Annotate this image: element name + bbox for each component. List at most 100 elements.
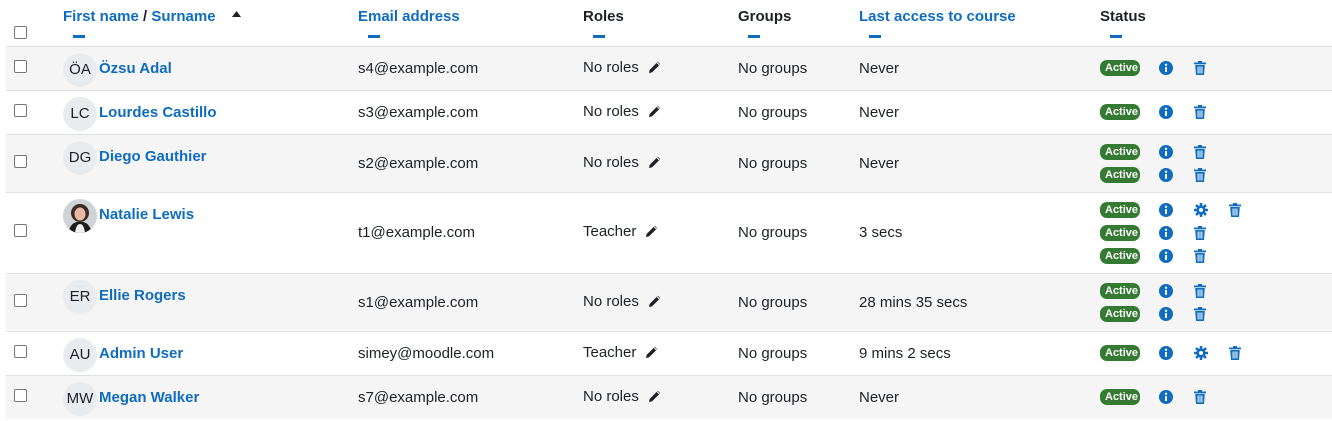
roles-cell: No roles: [583, 90, 738, 134]
status-list: Active: [1100, 380, 1332, 414]
trash-icon[interactable]: [1194, 306, 1208, 321]
trash-icon[interactable]: [1194, 225, 1208, 240]
user-email: s4@example.com: [358, 59, 479, 77]
trash-icon[interactable]: [1194, 390, 1208, 405]
status-badge[interactable]: Active: [1100, 60, 1140, 76]
user-last-access: 9 mins 2 secs: [859, 344, 951, 362]
info-icon[interactable]: [1159, 202, 1173, 217]
trash-icon[interactable]: [1194, 105, 1208, 119]
email-cell: simey@moodle.com: [358, 331, 583, 375]
select-user-checkbox[interactable]: [14, 103, 27, 117]
status-list: Active Active Active: [1100, 193, 1332, 273]
email-cell: s2@example.com: [358, 134, 583, 192]
last-access-cell: 28 mins 35 secs: [859, 273, 1100, 331]
last-access-cell: Never: [859, 46, 1100, 90]
pencil-icon[interactable]: [645, 224, 659, 242]
status-badge[interactable]: Active: [1100, 201, 1140, 218]
caret-up-icon[interactable]: [231, 11, 241, 17]
groups-cell: No groups: [738, 331, 859, 375]
sort-last-access-link[interactable]: Last access to course: [859, 8, 1016, 25]
name-separator: /: [143, 8, 148, 25]
collapse-last-access-column-icon[interactable]: [869, 35, 881, 38]
info-icon[interactable]: [1159, 225, 1173, 240]
pencil-icon[interactable]: [648, 389, 662, 407]
select-user-checkbox[interactable]: [14, 388, 27, 402]
collapse-name-column-icon[interactable]: [73, 35, 85, 38]
enrolment-status: Active: [1100, 388, 1332, 406]
info-icon[interactable]: [1159, 144, 1173, 159]
trash-icon[interactable]: [1194, 283, 1208, 298]
header-status: Status: [1100, 0, 1332, 46]
gear-icon[interactable]: [1194, 346, 1208, 360]
table-row: Natalie Lewis t1@example.com Teacher No …: [6, 192, 1332, 273]
user-name-link[interactable]: Ellie Rogers: [99, 287, 186, 304]
status-badge[interactable]: Active: [1100, 389, 1140, 406]
status-badge[interactable]: Active: [1100, 166, 1140, 183]
info-icon[interactable]: [1159, 283, 1173, 298]
user-name-link[interactable]: Megan Walker: [99, 389, 199, 406]
trash-icon[interactable]: [1194, 167, 1208, 182]
status-list: Active Active: [1100, 135, 1332, 192]
pencil-icon[interactable]: [645, 345, 659, 363]
select-user-checkbox[interactable]: [14, 293, 27, 307]
info-icon[interactable]: [1159, 306, 1173, 321]
groups-cell: No groups: [738, 134, 859, 192]
select-user-checkbox[interactable]: [14, 59, 27, 73]
trash-icon[interactable]: [1194, 61, 1208, 75]
info-icon[interactable]: [1159, 248, 1173, 263]
user-roles: No roles: [583, 153, 639, 171]
table-row: DG Diego Gauthier s2@example.com No role…: [6, 134, 1332, 192]
status-badge[interactable]: Active: [1100, 143, 1140, 160]
collapse-roles-column-icon[interactable]: [593, 35, 605, 38]
select-user-checkbox[interactable]: [14, 154, 27, 168]
header-email: Email address: [358, 0, 583, 46]
user-name-link[interactable]: Özsu Adal: [99, 60, 172, 77]
select-all-checkbox[interactable]: [14, 25, 27, 39]
trash-icon[interactable]: [1194, 144, 1208, 159]
user-name-link[interactable]: Lourdes Castillo: [99, 104, 217, 121]
info-icon[interactable]: [1159, 390, 1173, 405]
enrolment-status: Active: [1100, 305, 1332, 323]
collapse-email-column-icon[interactable]: [368, 35, 380, 38]
sort-surname-link[interactable]: Surname: [151, 8, 215, 25]
status-badge[interactable]: Active: [1100, 104, 1140, 120]
pencil-icon[interactable]: [648, 155, 662, 173]
user-roles: No roles: [583, 387, 639, 405]
select-user-checkbox[interactable]: [14, 344, 27, 358]
last-access-cell: 9 mins 2 secs: [859, 331, 1100, 375]
user-name-link[interactable]: Natalie Lewis: [99, 206, 194, 223]
info-icon[interactable]: [1159, 167, 1173, 182]
trash-icon[interactable]: [1229, 346, 1243, 360]
trash-icon[interactable]: [1194, 248, 1208, 263]
user-name-link[interactable]: Diego Gauthier: [99, 148, 207, 165]
status-cell: Active Active Active: [1100, 192, 1332, 273]
info-icon[interactable]: [1159, 61, 1173, 75]
status-badge[interactable]: Active: [1100, 224, 1140, 241]
info-icon[interactable]: [1159, 105, 1173, 119]
gear-icon[interactable]: [1194, 202, 1208, 217]
user-email: s1@example.com: [358, 293, 479, 311]
status-badge[interactable]: Active: [1100, 247, 1140, 264]
status-badge[interactable]: Active: [1100, 282, 1140, 299]
info-icon[interactable]: [1159, 346, 1173, 360]
pencil-icon[interactable]: [648, 294, 662, 312]
pencil-icon[interactable]: [648, 104, 662, 122]
last-access-cell: Never: [859, 90, 1100, 134]
name-cell: Natalie Lewis: [63, 192, 358, 273]
trash-icon[interactable]: [1229, 202, 1243, 217]
sort-email-link[interactable]: Email address: [358, 8, 460, 25]
pencil-icon[interactable]: [648, 60, 662, 78]
avatar: DG: [63, 140, 97, 175]
roles-header-label: Roles: [583, 8, 624, 25]
user-groups: No groups: [738, 293, 808, 311]
status-badge[interactable]: Active: [1100, 305, 1140, 322]
collapse-groups-column-icon[interactable]: [748, 35, 760, 38]
select-user-checkbox[interactable]: [14, 224, 27, 237]
avatar: AU: [63, 337, 97, 372]
sort-first-name-link[interactable]: First name: [63, 8, 139, 25]
collapse-status-column-icon[interactable]: [1110, 35, 1122, 38]
email-cell: t1@example.com: [358, 192, 583, 273]
status-badge[interactable]: Active: [1100, 345, 1140, 361]
user-last-access: Never: [859, 154, 900, 172]
user-name-link[interactable]: Admin User: [99, 345, 183, 362]
